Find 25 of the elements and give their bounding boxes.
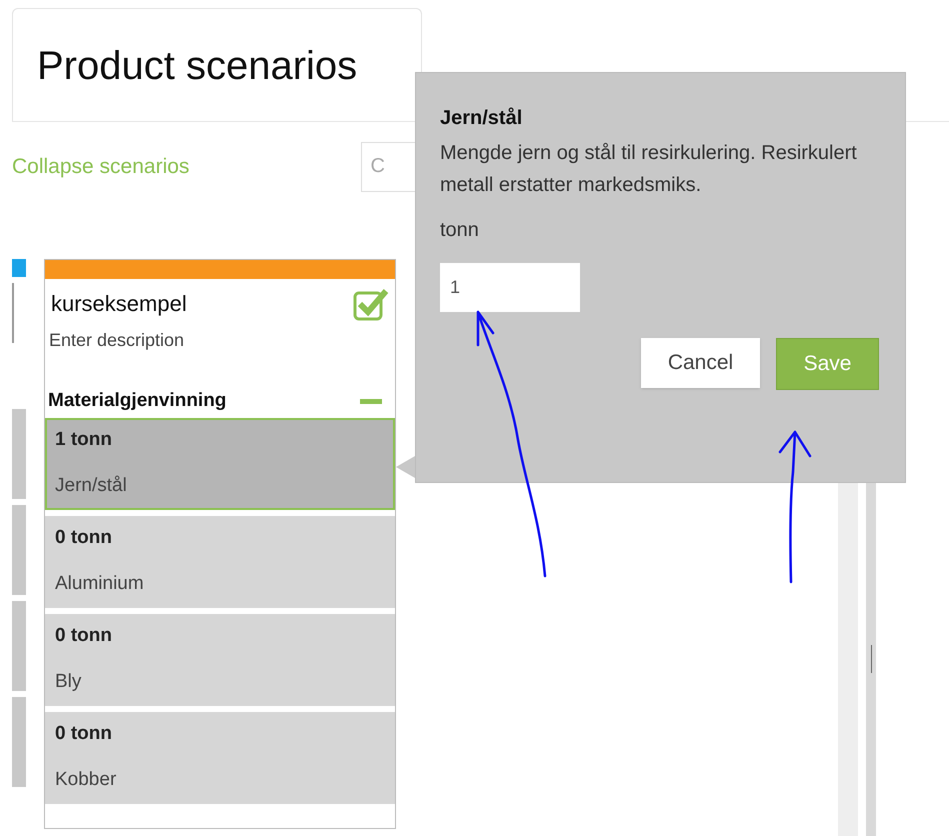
collapse-icon[interactable]	[360, 398, 382, 404]
material-name: Jern/stål	[55, 474, 128, 498]
scenario-header-bar	[12, 259, 26, 277]
material-tile[interactable]: 0 tonn Kobber	[45, 712, 395, 804]
material-tile[interactable]: 0 tonn Aluminium	[45, 516, 395, 608]
section-title: Materialgjenvinning	[48, 389, 226, 413]
material-tile[interactable]: 1 tonn Jern/stål	[45, 418, 395, 510]
popover-description: Mengde jern og stål til resirkulering. Resirkulert metall erstatter markedsmiks.	[440, 141, 858, 198]
material-name: Bly	[55, 670, 82, 694]
cancel-button[interactable]: Cancel	[641, 338, 760, 388]
amount-field[interactable]: 1	[440, 263, 580, 312]
page-title: Product scenarios	[37, 42, 358, 90]
amount-text: 1 tonn	[55, 428, 113, 452]
checkbox[interactable]	[353, 287, 389, 321]
material-tile[interactable]: 0 tonn Bly	[45, 614, 395, 706]
description-field[interactable]: Enter description	[45, 327, 395, 387]
scrollbar[interactable]	[866, 482, 876, 836]
popover-title: Jern/stål	[440, 106, 524, 131]
scenario-name: kurseksempel	[51, 290, 187, 318]
amount-text: 0 tonn	[55, 526, 113, 550]
material-name: Aluminium	[55, 572, 145, 596]
amount-text: 0 tonn	[55, 624, 113, 648]
material-name: Kobber	[55, 768, 118, 792]
amount-text: 0 tonn	[55, 722, 113, 746]
unit-label: tonn	[440, 218, 480, 243]
